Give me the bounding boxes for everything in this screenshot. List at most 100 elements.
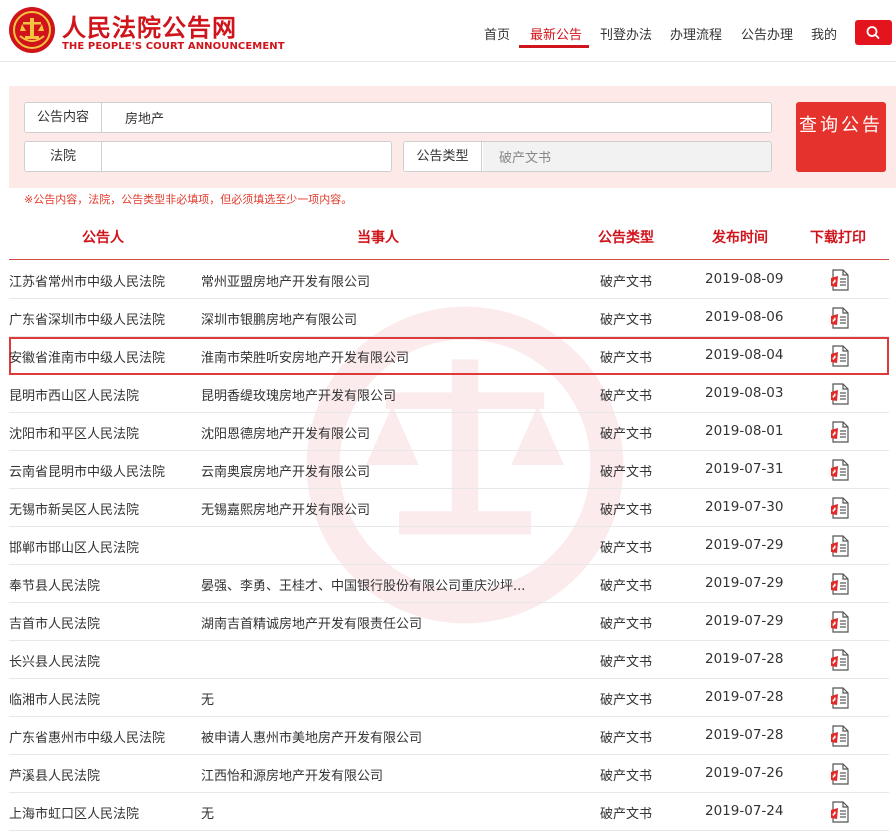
pdf-icon[interactable] — [829, 801, 851, 823]
row-type: 破产文书 — [600, 465, 653, 480]
table-row[interactable]: 邯郸市邯山区人民法院 破产文书 2019-07-29 — [9, 527, 889, 565]
row-type: 破产文书 — [600, 655, 653, 670]
table-row[interactable]: 芦溪县人民法院 江西怡和源房地产开发有限公司 破产文书 2019-07-26 — [9, 755, 889, 793]
row-party[interactable]: 无 — [201, 689, 557, 708]
row-date: 2019-07-24 — [705, 803, 784, 819]
col-type: 公告类型 — [598, 230, 654, 246]
col-download: 下载打印 — [810, 230, 866, 246]
row-type: 破产文书 — [600, 693, 653, 708]
query-hint: ※公告内容，法院，公告类型非必填项，但必须填选至少一项内容。 — [24, 193, 353, 206]
content-field: 公告内容 — [24, 102, 772, 133]
row-court[interactable]: 沈阳市和平区人民法院 — [9, 423, 191, 442]
content-input[interactable] — [103, 103, 771, 132]
court-emblem-icon[interactable] — [8, 6, 56, 54]
col-court: 公告人 — [82, 230, 124, 246]
row-party[interactable]: 淮南市荣胜听安房地产开发有限公司 — [201, 347, 557, 366]
row-date: 2019-07-29 — [705, 575, 784, 591]
row-court[interactable]: 临湘市人民法院 — [9, 689, 191, 708]
table-row[interactable]: 临湘市人民法院无 破产文书 2019-07-28 — [9, 679, 889, 717]
row-court[interactable]: 芦溪县人民法院 — [9, 765, 191, 784]
row-party[interactable]: 被申请人惠州市美地房产开发有限公司 — [201, 727, 557, 746]
row-date: 2019-08-06 — [705, 309, 784, 325]
row-court[interactable]: 吉首市人民法院 — [9, 613, 191, 632]
row-court[interactable]: 云南省昆明市中级人民法院 — [9, 461, 191, 480]
pdf-icon[interactable] — [829, 497, 851, 519]
row-date: 2019-07-30 — [705, 499, 784, 515]
type-select[interactable] — [483, 142, 771, 171]
pdf-icon[interactable] — [829, 345, 851, 367]
nav-publishing-method[interactable]: 刊登办法 — [600, 24, 652, 43]
nav-latest-announcements[interactable]: 最新公告 — [530, 24, 582, 43]
row-party[interactable]: 湖南吉首精诚房地产开发有限责任公司 — [201, 613, 557, 632]
col-party: 当事人 — [357, 230, 399, 246]
row-party[interactable]: 无锡嘉熙房地产开发有限公司 — [201, 499, 557, 518]
row-party[interactable]: 昆明香缇玫瑰房地产开发有限公司 — [201, 385, 557, 404]
table-row[interactable]: 长兴县人民法院 破产文书 2019-07-28 — [9, 641, 889, 679]
row-type: 破产文书 — [600, 541, 653, 556]
table-row[interactable]: 吉首市人民法院 湖南吉首精诚房地产开发有限责任公司 破产文书 2019-07-29 — [9, 603, 889, 641]
nav-mine[interactable]: 我的 — [811, 24, 837, 43]
pdf-icon[interactable] — [829, 649, 851, 671]
pdf-icon[interactable] — [829, 573, 851, 595]
content-label: 公告内容 — [25, 103, 102, 132]
query-button[interactable]: 查询公告 — [796, 102, 886, 172]
pdf-icon[interactable] — [829, 687, 851, 709]
table-row[interactable]: 安徽省淮南市中级人民法院 淮南市荣胜听安房地产开发有限公司 破产文书 2019-08-… — [9, 337, 889, 375]
row-court[interactable]: 长兴县人民法院 — [9, 651, 191, 670]
row-party[interactable]: 云南奥宸房地产开发有限公司 — [201, 461, 557, 480]
row-court[interactable]: 上海市虹口区人民法院 — [9, 803, 191, 822]
court-label: 法院 — [25, 142, 102, 171]
pdf-icon[interactable] — [829, 421, 851, 443]
site-name-cn[interactable]: 人民法院公告网 — [62, 8, 237, 43]
row-party[interactable]: 沈阳恩德房地产开发有限公司 — [201, 423, 557, 442]
table-row[interactable]: 广东省惠州市中级人民法院 被申请人惠州市美地房产开发有限公司 破产文书 2019-07… — [9, 717, 889, 755]
announcement-table: 江苏省常州市中级人民法院 常州亚盟房地产开发有限公司 破产文书 2019-08-09 广… — [9, 261, 889, 831]
table-row[interactable]: 昆明市西山区人民法院 昆明香缇玫瑰房地产开发有限公司 破产文书 2019-08-03 — [9, 375, 889, 413]
table-row[interactable]: 云南省昆明市中级人民法院 云南奥宸房地产开发有限公司 破产文书 2019-07-31 — [9, 451, 889, 489]
row-party[interactable]: 深圳市银鹏房地产有限公司 — [201, 309, 557, 328]
row-party[interactable]: 晏强、李勇、王桂才、中国银行股份有限公司重庆沙坪... — [201, 575, 557, 594]
row-court[interactable]: 广东省深圳市中级人民法院 — [9, 309, 191, 328]
pdf-icon[interactable] — [829, 725, 851, 747]
nav-handle-announcement[interactable]: 公告办理 — [741, 24, 793, 43]
pdf-icon[interactable] — [829, 459, 851, 481]
row-type: 破产文书 — [600, 427, 653, 442]
court-field: 法院 — [24, 141, 392, 172]
table-row[interactable]: 奉节县人民法院 晏强、李勇、王桂才、中国银行股份有限公司重庆沙坪... 破产文书 20… — [9, 565, 889, 603]
search-button[interactable] — [855, 20, 892, 45]
table-row[interactable]: 无锡市新吴区人民法院 无锡嘉熙房地产开发有限公司 破产文书 2019-07-30 — [9, 489, 889, 527]
table-row[interactable]: 上海市虹口区人民法院无 破产文书 2019-07-24 — [9, 793, 889, 831]
row-party[interactable]: 无 — [201, 803, 557, 822]
pdf-icon[interactable] — [829, 307, 851, 329]
row-court[interactable]: 昆明市西山区人民法院 — [9, 385, 191, 404]
pdf-icon[interactable] — [829, 763, 851, 785]
table-row[interactable]: 江苏省常州市中级人民法院 常州亚盟房地产开发有限公司 破产文书 2019-08-09 — [9, 261, 889, 299]
court-input[interactable] — [103, 142, 391, 171]
row-court[interactable]: 安徽省淮南市中级人民法院 — [9, 347, 191, 366]
row-court[interactable]: 无锡市新吴区人民法院 — [9, 499, 191, 518]
row-date: 2019-07-28 — [705, 727, 784, 743]
row-court[interactable]: 广东省惠州市中级人民法院 — [9, 727, 191, 746]
row-date: 2019-07-31 — [705, 461, 784, 477]
row-type: 破产文书 — [600, 313, 653, 328]
row-date: 2019-08-04 — [705, 347, 784, 363]
table-header: 公告人 当事人 公告类型 发布时间 下载打印 — [9, 214, 889, 260]
row-type: 破产文书 — [600, 503, 653, 518]
table-row[interactable]: 沈阳市和平区人民法院 沈阳恩德房地产开发有限公司 破产文书 2019-08-01 — [9, 413, 889, 451]
nav-process[interactable]: 办理流程 — [670, 24, 722, 43]
row-court[interactable]: 江苏省常州市中级人民法院 — [9, 271, 191, 290]
row-date: 2019-08-01 — [705, 423, 784, 439]
row-court[interactable]: 邯郸市邯山区人民法院 — [9, 537, 191, 556]
pdf-icon[interactable] — [829, 269, 851, 291]
row-court[interactable]: 奉节县人民法院 — [9, 575, 191, 594]
nav-home[interactable]: 首页 — [484, 24, 510, 43]
row-party[interactable]: 常州亚盟房地产开发有限公司 — [201, 271, 557, 290]
row-type: 破产文书 — [600, 389, 653, 404]
table-row[interactable]: 广东省深圳市中级人民法院 深圳市银鹏房地产有限公司 破产文书 2019-08-06 — [9, 299, 889, 337]
site-name-en: THE PEOPLE'S COURT ANNOUNCEMENT — [62, 41, 285, 52]
row-type: 破产文书 — [600, 579, 653, 594]
pdf-icon[interactable] — [829, 383, 851, 405]
pdf-icon[interactable] — [829, 535, 851, 557]
pdf-icon[interactable] — [829, 611, 851, 633]
row-party[interactable]: 江西怡和源房地产开发有限公司 — [201, 765, 557, 784]
